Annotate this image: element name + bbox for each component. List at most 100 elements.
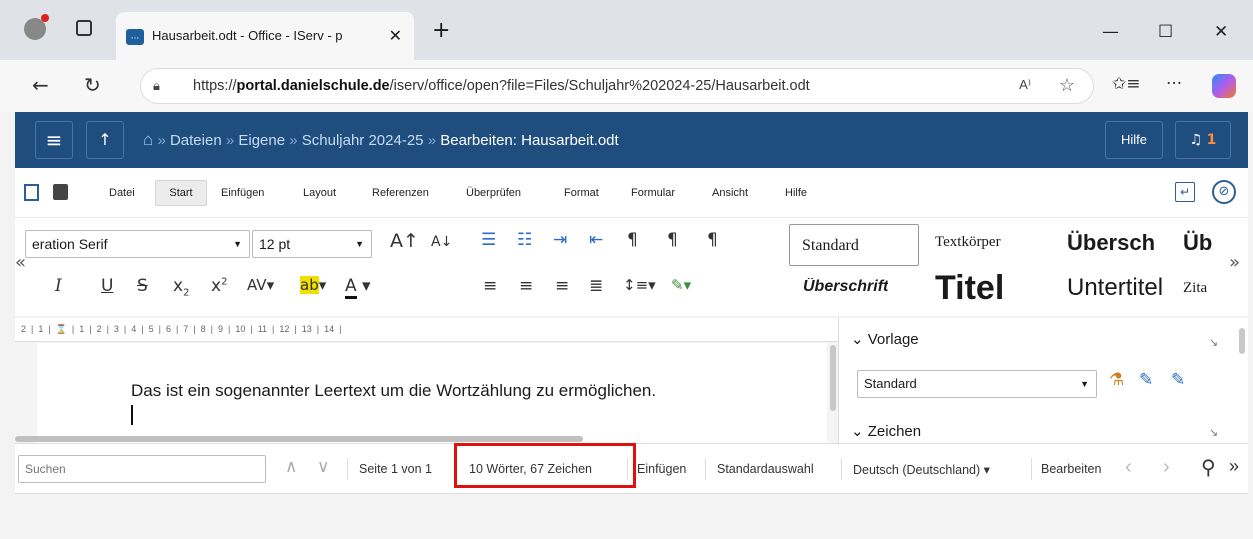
- subscript-icon[interactable]: x2: [173, 276, 189, 298]
- chevron-right-icon[interactable]: ›: [1163, 456, 1170, 479]
- menu-start[interactable]: Start: [155, 180, 207, 206]
- menu-layout[interactable]: Layout: [303, 187, 336, 199]
- line-spacing-icon[interactable]: ↕≡▾: [623, 276, 656, 294]
- style-titel[interactable]: Titel: [935, 268, 1004, 308]
- section-vorlage[interactable]: ⌄ Vorlage: [851, 330, 919, 348]
- strikethrough-icon[interactable]: S: [137, 276, 148, 296]
- help-button[interactable]: Hilfe: [1105, 121, 1163, 159]
- compass-icon[interactable]: ⊘: [1212, 180, 1236, 204]
- menu-formular[interactable]: Formular: [631, 187, 675, 199]
- breadcrumb-year[interactable]: Schuljahr 2024-25: [302, 132, 424, 149]
- menu-referenzen[interactable]: Referenzen: [372, 187, 429, 199]
- breadcrumb-files[interactable]: Dateien: [170, 132, 222, 149]
- style-select[interactable]: Standard ▼: [857, 370, 1097, 398]
- browser-tab-active[interactable]: ··· Hausarbeit.odt - Office - IServ - p …: [116, 12, 414, 60]
- ltr-paragraph-icon[interactable]: ¶: [667, 230, 678, 250]
- tab-actions-icon[interactable]: [76, 20, 92, 36]
- ribbon-scroll-right-icon[interactable]: »: [1229, 252, 1240, 273]
- favorites-icon[interactable]: ✩≡: [1112, 74, 1141, 94]
- new-tab-button[interactable]: +: [432, 18, 450, 43]
- search-up-icon[interactable]: ∧: [285, 457, 297, 477]
- fold-ribbon-icon[interactable]: ↵: [1175, 182, 1195, 202]
- document-sidebar-icon[interactable]: [24, 184, 39, 201]
- settings-menu-icon[interactable]: ···: [1166, 74, 1182, 94]
- rtl-paragraph-icon[interactable]: ¶: [707, 230, 718, 250]
- style-ueberschrift-1[interactable]: Übersch: [1067, 230, 1177, 256]
- chevron-down-icon: ▼: [1080, 379, 1089, 389]
- character-spacing-icon[interactable]: AV▾: [247, 276, 274, 294]
- font-color-icon[interactable]: A ▾: [345, 276, 371, 299]
- up-icon[interactable]: ↑: [86, 121, 124, 159]
- edit-mode[interactable]: Bearbeiten: [1041, 462, 1101, 476]
- align-center-icon[interactable]: ≡: [519, 276, 533, 296]
- vertical-scrollbar[interactable]: [830, 345, 836, 411]
- maximize-button[interactable]: ☐: [1158, 22, 1173, 42]
- sidebar-scrollbar[interactable]: [1239, 328, 1245, 354]
- breadcrumb-own[interactable]: Eigene: [238, 132, 285, 149]
- grow-font-icon[interactable]: A↑: [390, 230, 419, 252]
- style-standard[interactable]: Standard: [789, 224, 919, 266]
- ruler[interactable]: 2 | 1 | ⌛ | 1 | 2 | 3 | 4 | 5 | 6 | 7 | …: [15, 318, 838, 342]
- back-icon[interactable]: ←: [32, 73, 49, 97]
- bell-icon: ♫: [1189, 132, 1203, 148]
- menu-einfuegen[interactable]: Einfügen: [221, 187, 264, 199]
- horizontal-scrollbar[interactable]: [15, 436, 583, 442]
- menu-datei[interactable]: Datei: [109, 187, 135, 199]
- more-options-icon[interactable]: ↘: [1209, 336, 1218, 349]
- align-right-icon[interactable]: ≡: [555, 276, 569, 296]
- menu-ansicht[interactable]: Ansicht: [712, 187, 748, 199]
- update-style-icon[interactable]: ✎: [1171, 370, 1185, 390]
- insert-mode[interactable]: Einfügen: [637, 462, 686, 476]
- align-left-icon[interactable]: ≡: [483, 276, 497, 296]
- tab-close-icon[interactable]: ✕: [389, 26, 402, 45]
- search-icon[interactable]: ⚲: [1201, 455, 1216, 480]
- shrink-font-icon[interactable]: A↓: [431, 234, 452, 250]
- selection-mode[interactable]: Standardauswahl: [717, 462, 814, 476]
- favorite-star-icon[interactable]: ☆: [1059, 75, 1075, 96]
- style-ueberschrift[interactable]: Überschrift: [803, 278, 888, 296]
- minimize-button[interactable]: —: [1102, 22, 1119, 42]
- read-aloud-icon[interactable]: A⁾: [1019, 77, 1031, 93]
- chevron-left-icon[interactable]: ‹: [1125, 456, 1132, 479]
- more-chevron-icon[interactable]: »: [1229, 456, 1239, 477]
- style-ueberschrift-2[interactable]: Üb: [1183, 230, 1215, 256]
- fill-format-icon[interactable]: ⚗: [1109, 370, 1124, 390]
- paragraph-background-icon[interactable]: ✎▾: [671, 276, 691, 294]
- new-style-icon[interactable]: ✎: [1139, 370, 1153, 390]
- superscript-icon[interactable]: x2: [211, 276, 227, 296]
- more-options-icon[interactable]: ↘: [1209, 426, 1218, 439]
- increase-indent-icon[interactable]: ⇥: [553, 230, 567, 250]
- bullet-list-icon[interactable]: ☰: [481, 230, 496, 250]
- menu-format[interactable]: Format: [564, 187, 599, 199]
- search-down-icon[interactable]: ∨: [317, 457, 329, 477]
- decrease-indent-icon[interactable]: ⇤: [589, 230, 603, 250]
- document-page[interactable]: Das ist ein sogenannter Leertext um die …: [37, 343, 827, 443]
- menu-icon[interactable]: ≡: [35, 121, 73, 159]
- copilot-icon[interactable]: [1212, 74, 1236, 98]
- font-name-select[interactable]: eration Serif ▼: [25, 230, 250, 258]
- document-text[interactable]: Das ist ein sogenannter Leertext um die …: [131, 381, 656, 401]
- justify-icon[interactable]: ≣: [589, 276, 603, 296]
- font-size-select[interactable]: 12 pt ▼: [252, 230, 372, 258]
- address-bar[interactable]: 🔒︎ https://portal.danielschule.de/iserv/…: [140, 68, 1094, 104]
- search-input[interactable]: [18, 455, 266, 483]
- menu-ueberpruefen[interactable]: Überprüfen: [466, 187, 521, 199]
- page-indicator: Seite 1 von 1: [359, 462, 432, 476]
- italic-icon[interactable]: I: [55, 276, 62, 296]
- style-zitat[interactable]: Zita: [1183, 280, 1215, 297]
- home-icon[interactable]: ⌂: [143, 130, 153, 149]
- save-icon[interactable]: [53, 184, 68, 200]
- numbered-list-icon[interactable]: ☷: [517, 230, 532, 250]
- style-untertitel[interactable]: Untertitel: [1067, 274, 1177, 302]
- menu-hilfe[interactable]: Hilfe: [785, 187, 807, 199]
- style-textkoerper[interactable]: Textkörper: [935, 234, 1001, 251]
- language-select[interactable]: Deutsch (Deutschland) ▾: [853, 462, 990, 477]
- underline-icon[interactable]: U: [101, 276, 113, 296]
- notifications-button[interactable]: ♫ 1: [1175, 121, 1231, 159]
- formatting-marks-icon[interactable]: ¶: [627, 230, 638, 250]
- window-close-button[interactable]: ✕: [1214, 22, 1228, 42]
- reload-icon[interactable]: ↻: [84, 73, 101, 97]
- section-zeichen[interactable]: ⌄ Zeichen: [851, 422, 921, 440]
- document-area[interactable]: Das ist ein sogenannter Leertext um die …: [15, 343, 838, 443]
- highlight-color-icon[interactable]: ab▾: [300, 276, 326, 294]
